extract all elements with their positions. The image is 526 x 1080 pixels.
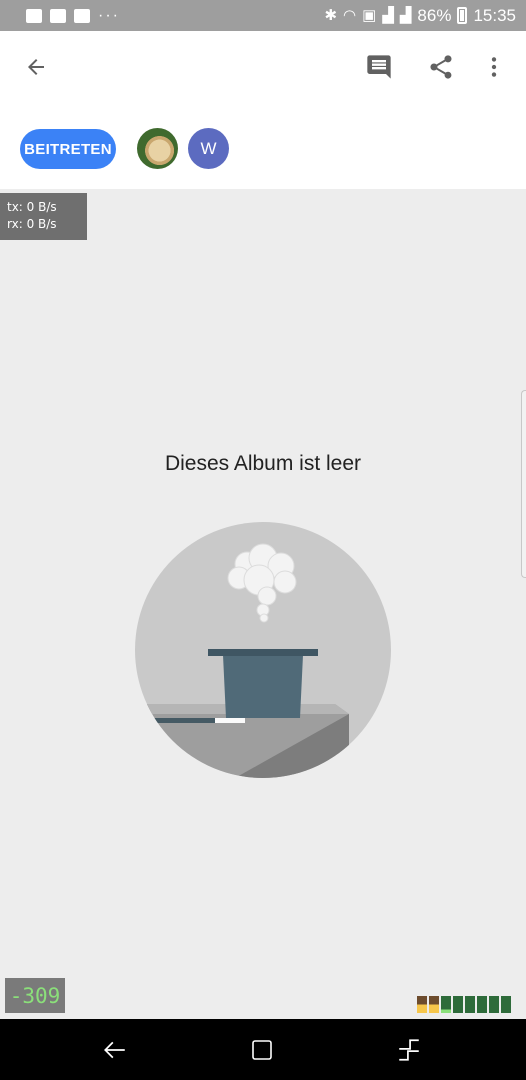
network-speed-overlay: tx: 0 B/s rx: 0 B/s <box>0 193 87 240</box>
home-nav-icon <box>252 1040 272 1060</box>
wifi-icon: ◠ <box>343 7 357 24</box>
join-button[interactable]: BEITRETEN <box>20 129 116 169</box>
battery-percent: 86% <box>417 5 452 25</box>
empty-album-title: Dieses Album ist leer <box>164 452 362 475</box>
avatar-initial[interactable]: W <box>188 128 229 169</box>
indicator <box>489 996 499 1013</box>
avatar[interactable] <box>137 128 178 169</box>
indicator <box>453 996 463 1013</box>
indicator <box>501 996 511 1013</box>
back-nav-icon <box>104 1041 125 1059</box>
nav-home-button[interactable] <box>242 1033 282 1067</box>
more-options-button[interactable] <box>474 49 514 85</box>
gallery-notification-icon <box>26 8 42 23</box>
clock: 15:35 <box>473 5 516 25</box>
indicator <box>429 996 439 1013</box>
youtube-notification-icon <box>50 8 66 23</box>
nfc-icon: ▣ <box>362 7 377 24</box>
recent-apps-icon <box>399 1039 419 1061</box>
bluetooth-icon: ✱ <box>324 7 338 24</box>
indicator <box>441 996 451 1013</box>
share-button[interactable] <box>421 49 461 85</box>
signal-icon-2: ▟ <box>399 7 412 24</box>
back-button[interactable] <box>14 51 58 83</box>
comment-button[interactable] <box>359 49 399 85</box>
indicator <box>477 996 487 1013</box>
comment-icon <box>367 55 391 79</box>
activity-indicators <box>417 996 511 1013</box>
more-notifications-icon: ··· <box>98 6 120 24</box>
nav-back-button[interactable] <box>95 1033 135 1067</box>
nav-recent-apps-button[interactable] <box>389 1033 429 1067</box>
share-icon <box>430 55 452 79</box>
tx-speed: tx: 0 B/s <box>7 200 57 214</box>
more-vert-icon <box>491 57 497 77</box>
app-bar: BEITRETEN W <box>0 31 526 189</box>
battery-icon <box>457 7 468 24</box>
rx-speed: rx: 0 B/s <box>7 217 57 231</box>
edge-panel-handle[interactable] <box>521 390 526 578</box>
navigation-bar <box>0 1019 526 1080</box>
arrow-back-icon <box>28 59 44 75</box>
status-bar: ··· ✱ ◠ ▣ ▟ ▟ 86% 15:35 <box>0 0 526 31</box>
indicator <box>417 996 427 1013</box>
signal-icon: ▟ <box>382 7 394 24</box>
debug-counter: -309 <box>5 978 65 1013</box>
youtube-notification-icon-2 <box>74 8 90 23</box>
magic-hat-illustration <box>135 522 391 778</box>
indicator <box>465 996 475 1013</box>
